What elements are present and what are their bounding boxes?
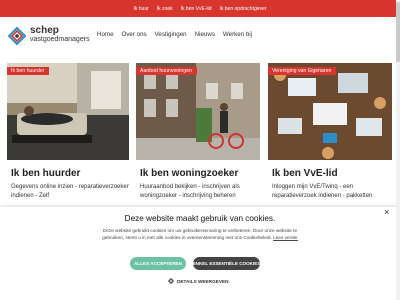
card-woningzoeker[interactable]: Aanbod huurwoningen Ik ben woningzoeker … [136, 63, 260, 213]
topbar-link-opdrachtgever[interactable]: Ik ben opdrachtgever [220, 6, 267, 12]
card-photo-huurder [7, 63, 129, 160]
topbar-link-ik-huur[interactable]: Ik huur [134, 6, 149, 12]
show-details-label: DETAILS WEERGEVEN [177, 278, 229, 284]
card-title: Ik ben VvE-lid [272, 168, 338, 179]
nav-item-home[interactable]: Home [97, 31, 114, 38]
card-vve-lid[interactable]: Vereniging van Eigenaren Ik ben VvE-lid … [268, 63, 392, 213]
gear-icon [168, 278, 174, 284]
card-tag: Aanbod huurwoningen [136, 67, 197, 75]
cookie-text: Deze website gebruikt cookies om uw gebr… [96, 228, 304, 241]
cookie-title: Deze website maakt gebruik van cookies. [124, 214, 276, 223]
top-bar: Ik huur Ik zoek Ik ben VvE-lid Ik ben op… [0, 0, 400, 17]
card-tag: Ik ben huurder [7, 67, 50, 75]
card-title: Ik ben woningzoeker [140, 168, 239, 179]
scrollbar-thumb[interactable] [396, 2, 400, 62]
topbar-link-vve-lid[interactable]: Ik ben VvE-lid [181, 6, 212, 12]
accept-all-button[interactable]: ALLES ACCEPTEREN [130, 257, 186, 270]
topbar-link-ik-zoek[interactable]: Ik zoek [157, 6, 173, 12]
cookie-read-more-link[interactable]: Lees verder [273, 235, 298, 240]
nav-item-vestigingen[interactable]: Vestigingen [155, 31, 187, 38]
card-photo-vve-lid [268, 63, 392, 160]
logo-subtitle: vastgoedmanagers [30, 36, 90, 43]
card-photo-woningzoeker [136, 63, 260, 160]
card-tag: Vereniging van Eigenaren [268, 67, 337, 75]
cookie-body: Deze website gebruikt cookies om uw gebr… [102, 228, 298, 240]
card-description: Inloggen mijn VvE/Twinq - een reparatiev… [272, 184, 373, 199]
nav-item-over-ons[interactable]: Over ons [122, 31, 147, 38]
nav-item-werken-bij[interactable]: Werken bij [223, 31, 252, 38]
card-huurder[interactable]: Ik ben huurder Ik ben huurder Gegevens o… [7, 63, 129, 213]
nav-item-nieuws[interactable]: Nieuws [195, 31, 215, 38]
card-title: Ik ben huurder [11, 168, 81, 179]
cookie-banner: × Deze website maakt gebruik van cookies… [0, 207, 400, 300]
logo[interactable]: schep vastgoedmanagers [8, 25, 108, 47]
main-nav: Home Over ons Vestigingen Nieuws Werken … [97, 31, 252, 38]
show-details-button[interactable]: DETAILS WEERGEVEN [168, 278, 228, 284]
logo-mark-icon [8, 27, 26, 45]
card-description: Huuraanbod bekijken - inschrijven als wo… [140, 184, 240, 199]
essential-cookies-button[interactable]: ENKEL ESSENTIËLE COOKIES [193, 257, 260, 270]
scrollbar[interactable] [396, 0, 400, 300]
logo-name: schep [30, 25, 59, 36]
site-header: schep vastgoedmanagers Home Over ons Ves… [0, 17, 400, 57]
card-description: Gegevens online inzien - reparatieverzoe… [11, 184, 129, 199]
